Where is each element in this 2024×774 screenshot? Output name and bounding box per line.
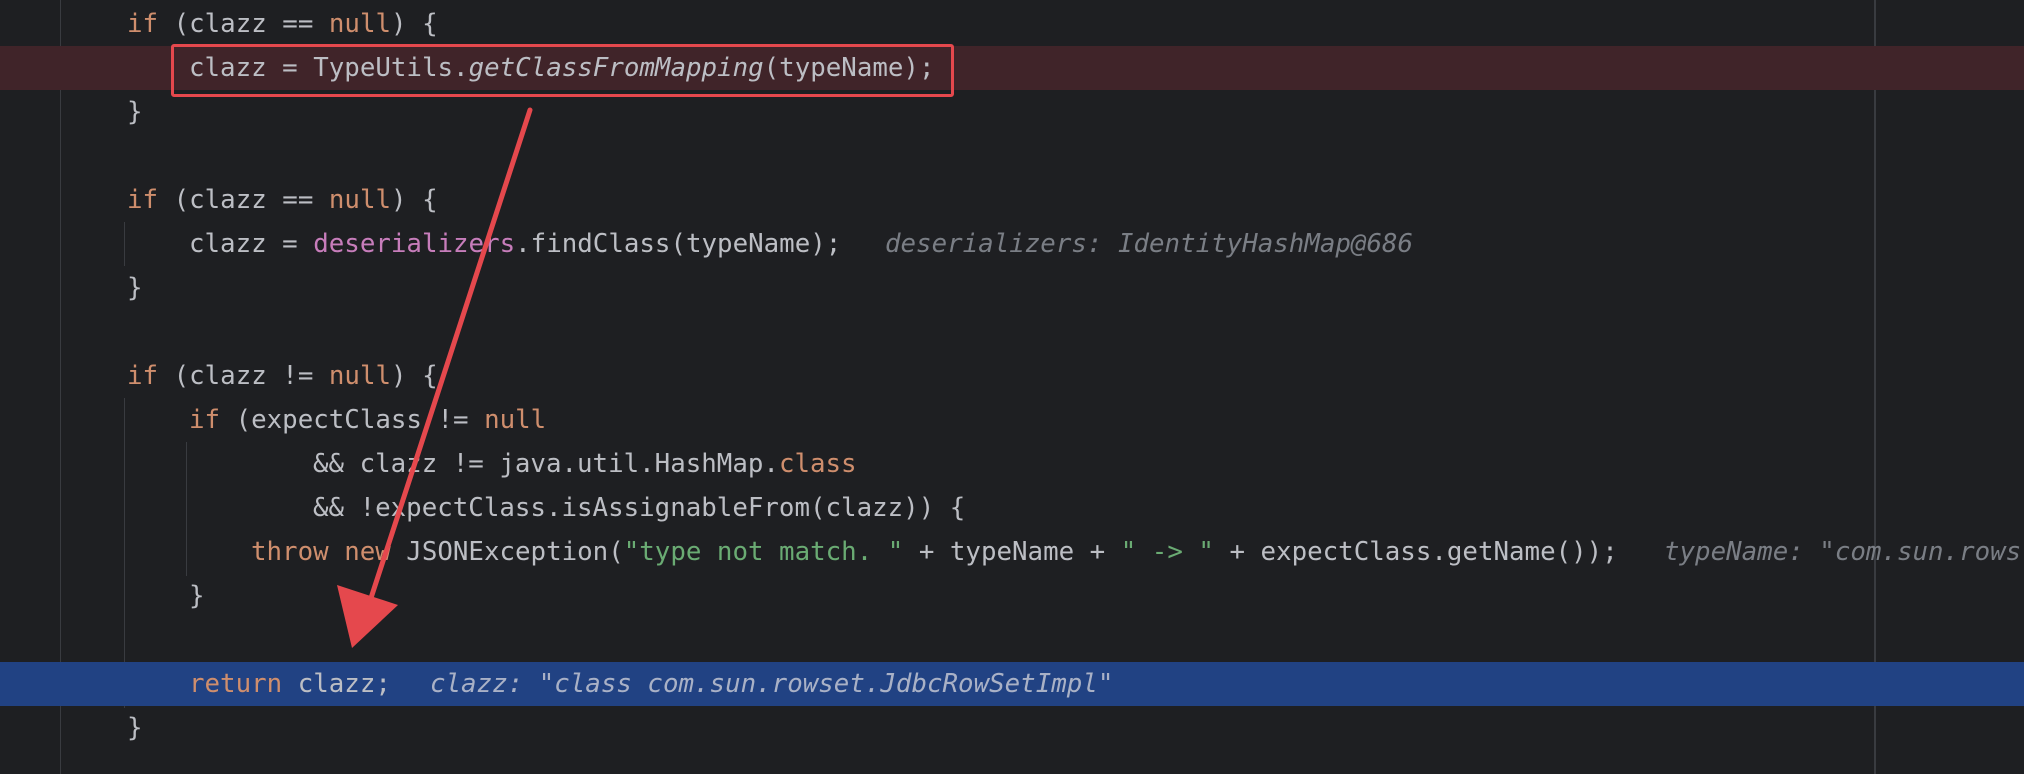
code-line-12: && !expectClass.isAssignableFrom(clazz))… bbox=[0, 486, 2024, 530]
code-token: + typeName + bbox=[903, 537, 1121, 567]
code-text: && !expectClass.isAssignableFrom(clazz))… bbox=[313, 486, 965, 530]
keyword-token: null bbox=[328, 185, 392, 215]
code-line-16-current[interactable]: return clazz; clazz: "class com.sun.rows… bbox=[0, 662, 2024, 706]
code-token: (clazz != bbox=[158, 361, 329, 391]
code-token: ) { bbox=[391, 361, 438, 391]
code-token: clazz = bbox=[189, 229, 314, 259]
code-text: } bbox=[127, 266, 143, 310]
keyword-token: if bbox=[127, 361, 159, 391]
keyword-token: if bbox=[189, 405, 221, 435]
string-token: "type not match. " bbox=[623, 537, 904, 567]
keyword-token: null bbox=[328, 9, 392, 39]
code-token: } bbox=[189, 581, 205, 611]
code-text: if (clazz == null) { bbox=[127, 178, 438, 222]
inline-debug-hint: clazz: "class com.sun.rowset.JdbcRowSetI… bbox=[430, 669, 1114, 699]
code-token: && !expectClass.isAssignableFrom(clazz))… bbox=[313, 493, 966, 523]
code-text: throw new JSONException("type not match.… bbox=[251, 530, 1618, 574]
code-line-1: if (clazz == null) { bbox=[0, 2, 2024, 46]
annotation-highlight-box bbox=[171, 44, 954, 97]
string-token: " -> " bbox=[1120, 537, 1214, 567]
code-line-10: if (expectClass != null bbox=[0, 398, 2024, 442]
keyword-token: if bbox=[127, 9, 159, 39]
code-text: if (expectClass != null bbox=[189, 398, 546, 442]
keyword-token: null bbox=[328, 361, 392, 391]
code-token: && clazz != java.util.HashMap. bbox=[313, 449, 779, 479]
keyword-token: throw bbox=[251, 537, 329, 567]
code-line-11: && clazz != java.util.HashMap.class bbox=[0, 442, 2024, 486]
code-line-14: } bbox=[0, 574, 2024, 618]
field-token: deserializers bbox=[313, 229, 516, 259]
keyword-token: return bbox=[189, 669, 283, 699]
code-token: + expectClass.getName()); bbox=[1213, 537, 1618, 567]
keyword-token: new bbox=[344, 537, 391, 567]
code-text: clazz = deserializers.findClass(typeName… bbox=[189, 222, 841, 266]
code-text: } bbox=[189, 574, 205, 618]
inline-debug-hint: typeName: "com.sun.rows bbox=[1664, 537, 2022, 567]
code-token: .findClass(typeName); bbox=[515, 229, 842, 259]
code-token: clazz; bbox=[282, 669, 391, 699]
code-token: ) { bbox=[391, 9, 438, 39]
code-text: } bbox=[127, 90, 143, 134]
code-line-9: if (clazz != null) { bbox=[0, 354, 2024, 398]
inline-debug-hint: deserializers: IdentityHashMap@686 bbox=[885, 229, 1414, 259]
code-line-6: clazz = deserializers.findClass(typeName… bbox=[0, 222, 2024, 266]
code-token: JSONException( bbox=[390, 537, 624, 567]
code-token: } bbox=[127, 273, 143, 303]
code-text: if (clazz == null) { bbox=[127, 2, 438, 46]
code-token: (clazz == bbox=[158, 9, 329, 39]
code-text: } bbox=[127, 706, 143, 750]
keyword-token: if bbox=[127, 185, 159, 215]
code-token: } bbox=[127, 97, 143, 127]
code-token: (clazz == bbox=[158, 185, 329, 215]
code-text: return clazz; bbox=[189, 662, 391, 706]
code-token: (expectClass != bbox=[220, 405, 485, 435]
keyword-token: class bbox=[778, 449, 857, 479]
code-line-5: if (clazz == null) { bbox=[0, 178, 2024, 222]
code-line-17: } bbox=[0, 706, 2024, 750]
code-line-7: } bbox=[0, 266, 2024, 310]
code-token: } bbox=[127, 713, 143, 743]
code-text: && clazz != java.util.HashMap.class bbox=[313, 442, 857, 486]
keyword-token: null bbox=[484, 405, 547, 435]
code-text: if (clazz != null) { bbox=[127, 354, 438, 398]
code-token: ) { bbox=[391, 185, 438, 215]
code-line-13: throw new JSONException("type not match.… bbox=[0, 530, 2024, 574]
